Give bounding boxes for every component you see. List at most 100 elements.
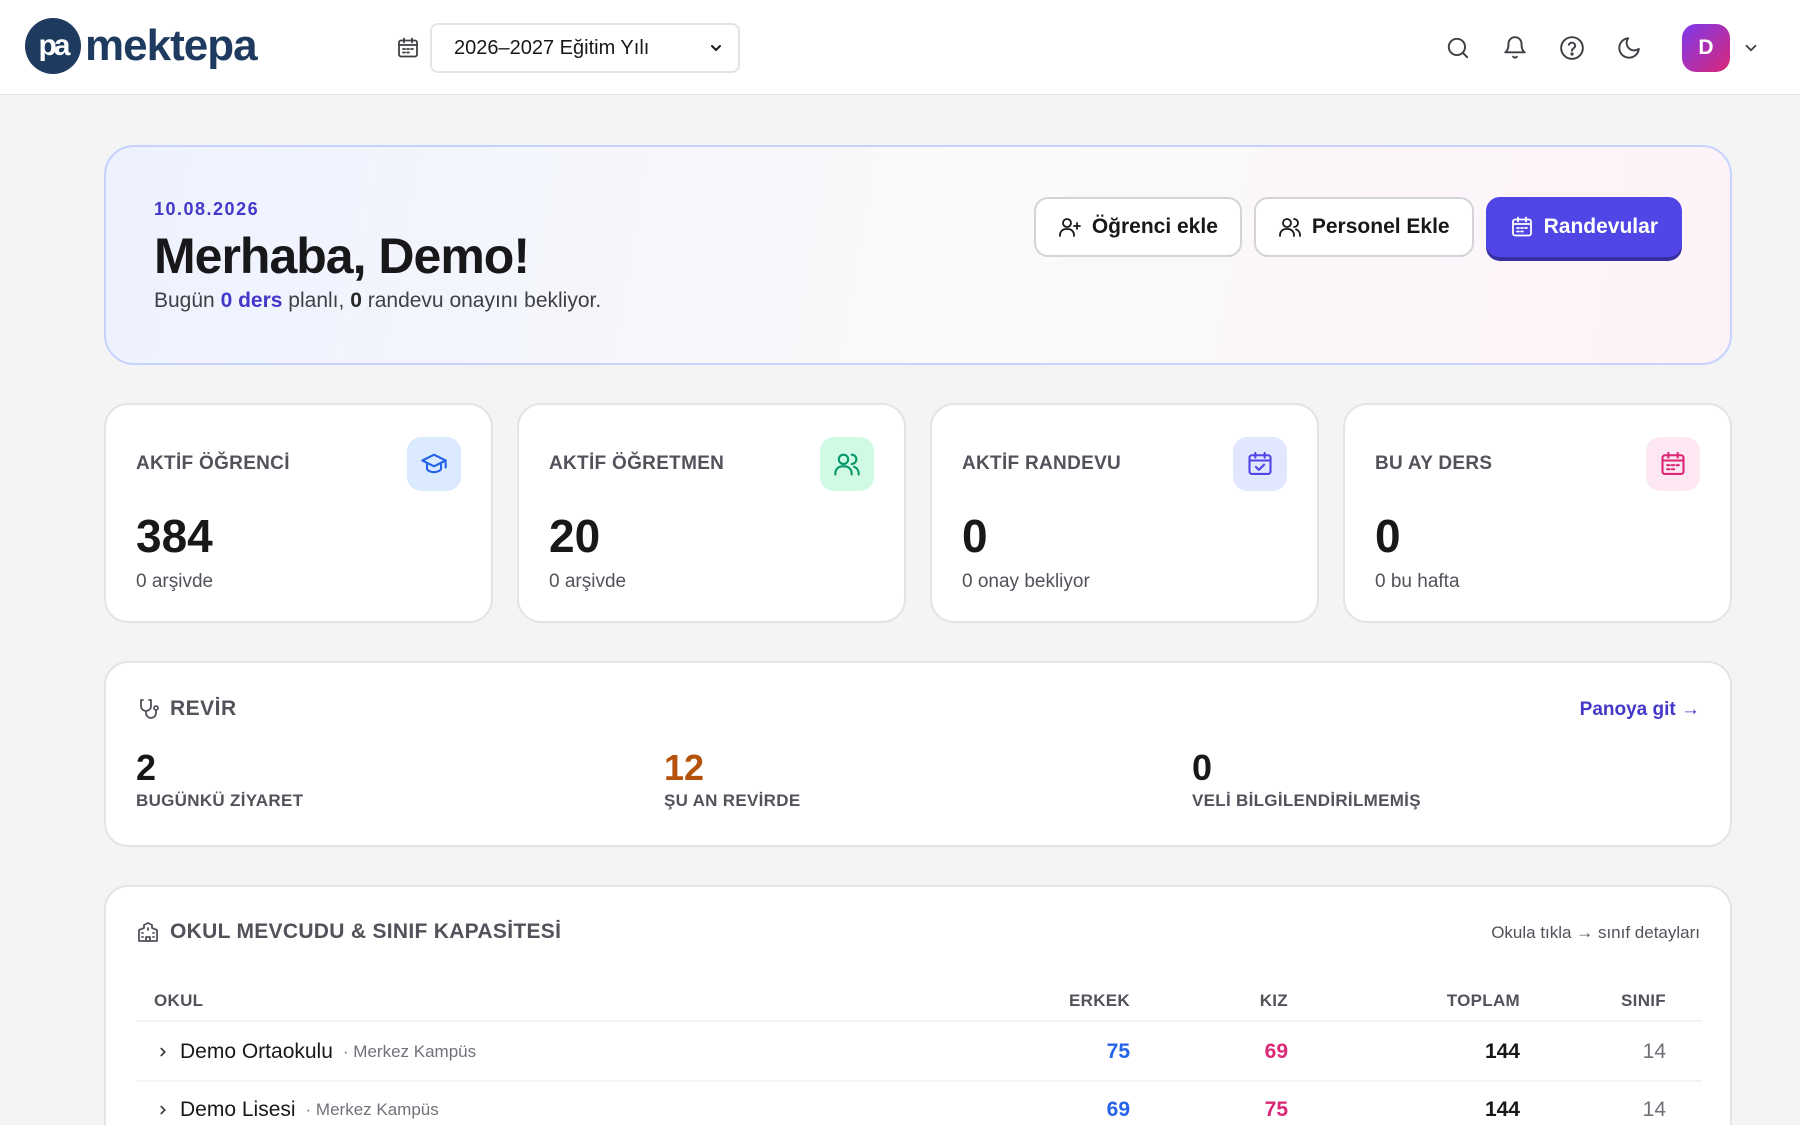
summary-appointments: 0 (350, 289, 362, 312)
quick-actions: Öğrenci ekle Personel Ekle Randevular (1022, 197, 1682, 257)
chevron-right-icon[interactable] (156, 1045, 170, 1059)
add-staff-label: Personel Ekle (1311, 215, 1450, 238)
academic-year-value: 2026–2027 Eğitim Yılı (454, 36, 650, 59)
chevron-down-icon[interactable] (1742, 39, 1760, 57)
add-student-label: Öğrenci ekle (1091, 215, 1218, 238)
daily-summary: Bugün 0 ders planlı, 0 randevu onayını b… (154, 289, 601, 313)
infirmary-header: REVİR (136, 697, 237, 721)
school-capacity-hint: Okula tıkla → sınıf detayları (1491, 923, 1700, 942)
column-female: KIZ (1259, 991, 1288, 1010)
school-cell: Demo Ortaokulu · Merkez Kampüs (136, 1040, 916, 1064)
stat-card-active-appointments[interactable]: AKTİF RANDEVU 0 0 onay bekliyor (930, 403, 1319, 623)
table-row[interactable]: Demo Lisesi · Merkez Kampüs 69 75 144 14 (136, 1082, 1702, 1125)
calendar-icon (1661, 451, 1685, 475)
summary-prefix: Bugün (154, 289, 215, 312)
school-capacity-card: OKUL MEVCUDU & SINIF KAPASİTESİ Okula tı… (104, 885, 1732, 1125)
search-button[interactable] (1435, 25, 1481, 71)
stat-subtext: 0 onay bekliyor (962, 571, 1090, 592)
school-name[interactable]: Demo Ortaokulu (180, 1040, 333, 1064)
stat-icon-badge (1646, 437, 1700, 491)
table-row[interactable]: Demo Ortaokulu · Merkez Kampüs 75 69 144… (136, 1024, 1702, 1082)
summary-suffix: randevu onayını bekliyor. (367, 289, 602, 312)
stat-card-active-teachers[interactable]: AKTİF ÖĞRETMEN 20 0 arşivde (517, 403, 906, 623)
go-to-dashboard-link[interactable]: Panoya git → (1580, 699, 1700, 721)
stat-value: 0 (1375, 510, 1401, 562)
stat-subtext: 0 bu hafta (1375, 571, 1460, 592)
metric-label: VELİ BİLGİLENDİRİLMEMİŞ (1192, 791, 1421, 810)
table-header: OKUL ERKEK KIZ TOPLAM SINIF (136, 982, 1702, 1022)
male-count: 75 (1106, 1040, 1130, 1063)
theme-toggle-button[interactable] (1606, 25, 1652, 71)
school-building-icon (138, 922, 158, 942)
stat-label: BU AY DERS (1375, 453, 1493, 474)
academic-year-select[interactable]: 2026–2027 Eğitim Yılı (430, 23, 740, 73)
greeting-title: Merhaba, Demo! (154, 228, 530, 284)
calendar-icon (1511, 216, 1532, 237)
stat-icon-badge (820, 437, 874, 491)
stat-subtext: 0 arşivde (136, 571, 214, 592)
calendar-icon (398, 37, 418, 58)
campus-name: · Merkez Kampüs (305, 1100, 439, 1119)
moon-icon (1618, 37, 1640, 59)
users-icon (834, 453, 860, 476)
add-staff-button[interactable]: Personel Ekle (1253, 197, 1474, 257)
logo[interactable]: pa mektepa (25, 18, 258, 74)
school-capacity-title: OKUL MEVCUDU & SINIF KAPASİTESİ (170, 920, 562, 943)
stat-icon-badge (407, 437, 461, 491)
infirmary-card: REVİR Panoya git → 2 BUGÜNKÜ ZİYARET 12 … (104, 661, 1732, 847)
school-name[interactable]: Demo Lisesi (180, 1098, 296, 1122)
male-count: 69 (1106, 1098, 1130, 1121)
infirmary-title: REVİR (170, 697, 237, 720)
stat-value: 384 (136, 510, 213, 562)
top-bar: pa mektepa 2026–2027 Eğitim Yılı D (0, 0, 1800, 95)
help-icon (1560, 36, 1584, 60)
stat-icon-badge (1233, 437, 1287, 491)
stat-value: 0 (962, 510, 988, 562)
current-date: 10.08.2026 (154, 199, 260, 219)
header-actions: D (1424, 24, 1760, 72)
column-school: OKUL (154, 991, 204, 1010)
users-icon (1278, 218, 1301, 237)
user-avatar[interactable]: D (1682, 24, 1730, 72)
welcome-banner: 10.08.2026 Merhaba, Demo! Bugün 0 ders p… (104, 145, 1732, 365)
metric-value: 12 (664, 747, 705, 788)
stat-value: 20 (549, 510, 601, 562)
metric-currently-in-infirmary: 12 ŞU AN REVİRDE (664, 747, 800, 811)
appointments-button[interactable]: Randevular (1485, 197, 1682, 257)
add-student-button[interactable]: Öğrenci ekle (1033, 197, 1242, 257)
column-class: SINIF (1621, 991, 1666, 1010)
bell-icon (1504, 36, 1526, 59)
class-count: 14 (1642, 1098, 1666, 1121)
metric-label: ŞU AN REVİRDE (664, 791, 801, 810)
logo-mark: pa (25, 18, 81, 74)
metric-today-visits: 2 BUGÜNKÜ ZİYARET (136, 747, 303, 811)
summary-middle: planlı, (288, 289, 345, 312)
metric-parents-not-notified: 0 VELİ BİLGİLENDİRİLMEMİŞ (1192, 747, 1421, 811)
metric-value: 0 (1192, 747, 1213, 788)
total-count: 144 (1484, 1040, 1520, 1063)
stat-card-lessons-this-month[interactable]: BU AY DERS 0 0 bu hafta (1343, 403, 1732, 623)
help-button[interactable] (1549, 25, 1595, 71)
notifications-button[interactable] (1492, 25, 1538, 71)
logo-wordmark: mektepa (85, 21, 258, 70)
class-count: 14 (1642, 1040, 1666, 1063)
metric-label: BUGÜNKÜ ZİYARET (136, 791, 304, 810)
graduation-cap-icon (421, 453, 447, 474)
appointments-label: Randevular (1543, 215, 1658, 238)
female-count: 69 (1264, 1040, 1288, 1063)
search-icon (1447, 37, 1469, 59)
stat-label: AKTİF ÖĞRENCİ (136, 453, 290, 474)
stat-subtext: 0 arşivde (549, 571, 627, 592)
school-cell: Demo Lisesi · Merkez Kampüs (136, 1098, 916, 1122)
calendar-check-icon (1248, 451, 1272, 475)
campus-name: · Merkez Kampüs (342, 1042, 477, 1061)
total-count: 144 (1484, 1098, 1520, 1121)
chevron-right-icon[interactable] (156, 1103, 170, 1117)
female-count: 75 (1264, 1098, 1288, 1121)
summary-lessons: 0 ders (220, 289, 283, 312)
user-plus-icon (1058, 218, 1081, 237)
stat-card-active-students[interactable]: AKTİF ÖĞRENCİ 384 0 arşivde (104, 403, 493, 623)
metric-value: 2 (136, 747, 157, 788)
chevron-down-icon (711, 45, 721, 52)
stat-label: AKTİF ÖĞRETMEN (549, 453, 725, 474)
